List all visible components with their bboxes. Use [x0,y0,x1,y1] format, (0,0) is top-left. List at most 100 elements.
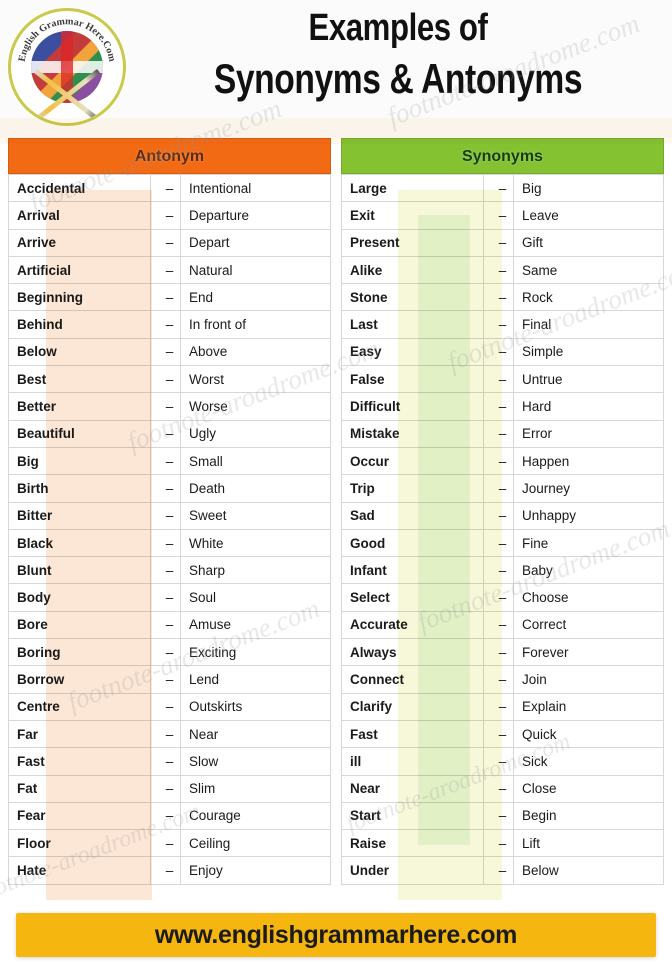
synonym-separator: – [483,747,514,776]
antonym-row: Hate – Enjoy [8,856,331,885]
synonym-row: Exit – Leave [341,201,664,230]
antonym-row: Black – White [8,528,331,558]
synonym-word: Start [341,801,484,831]
antonym-word: Bore [8,610,151,640]
synonym-pair: Lift [513,829,664,858]
antonym-word: Centre [8,692,151,721]
synonym-header: Synonyms [341,138,664,174]
synonym-separator: – [483,719,514,749]
synonym-row: Under – Below [341,856,664,885]
antonym-word: Big [8,446,151,476]
antonym-word: Best [8,365,151,394]
synonym-separator: – [483,419,514,448]
synonym-word: Mistake [341,419,484,448]
antonym-separator: – [150,583,181,612]
antonym-row: Artificial – Natural [8,255,331,285]
antonym-separator: – [150,801,181,831]
synonym-word: Difficult [341,392,484,421]
antonym-row: Floor – Ceiling [8,829,331,858]
synonym-separator: – [483,283,514,312]
synonym-pair: Same [513,255,664,285]
antonym-separator: – [150,201,181,230]
antonym-separator: – [150,228,181,257]
synonym-separator: – [483,638,514,667]
antonym-separator: – [150,692,181,721]
synonym-table-body: Large – Big Exit – Leave Present – Gift Alike – Sam… [341,173,664,885]
synonym-separator: – [483,337,514,367]
antonym-row: Arrival – Departure [8,201,331,230]
synonym-word: Trip [341,474,484,503]
synonym-separator: – [483,255,514,285]
synonym-pair: Choose [513,583,664,612]
antonym-separator: – [150,173,181,203]
synonym-word: Infant [341,556,484,585]
antonym-row: Birth – Death [8,474,331,503]
antonym-word: Boring [8,638,151,667]
antonym-table-body: Accidental – Intentional Arrival – Departure A… [8,173,331,885]
antonym-separator: – [150,610,181,640]
antonym-row: Beginning – End [8,283,331,312]
synonym-word: Exit [341,201,484,230]
antonym-row: Fear – Courage [8,801,331,831]
synonym-row: Alike – Same [341,255,664,285]
synonym-separator: – [483,501,514,530]
synonym-word: Stone [341,283,484,312]
antonym-pair: Lend [180,665,331,694]
antonym-word: Artificial [8,255,151,285]
synonym-row: Good – Fine [341,528,664,558]
synonym-row: Mistake – Error [341,419,664,448]
synonym-word: Under [341,856,484,885]
antonym-pair: Enjoy [180,856,331,885]
synonym-pair: Explain [513,692,664,721]
synonym-pair: Error [513,419,664,448]
synonym-separator: – [483,310,514,339]
antonym-row: Far – Near [8,719,331,749]
antonym-pair: Slim [180,774,331,803]
synonym-pair: Leave [513,201,664,230]
antonym-separator: – [150,310,181,339]
synonym-pair: Join [513,665,664,694]
antonym-separator: – [150,365,181,394]
antonym-word: Fast [8,747,151,776]
antonym-separator: – [150,829,181,858]
antonym-table: Accidental – Intentional Arrival – Departure A… [8,173,331,885]
synonym-word: Occur [341,446,484,476]
antonym-pair: Exciting [180,638,331,667]
synonym-word: Last [341,310,484,339]
synonym-row: False – Untrue [341,365,664,394]
site-url-text: www.englishgrammarhere.com [154,920,518,949]
antonym-word: Bitter [8,501,151,530]
antonym-header: Antonym [8,138,331,174]
synonym-pair: Final [513,310,664,339]
antonym-separator: – [150,419,181,448]
synonym-row: Sad – Unhappy [341,501,664,530]
synonym-row: Clarify – Explain [341,692,664,721]
antonym-row: Better – Worse [8,392,331,421]
antonym-separator: – [150,337,181,367]
antonym-pair: Death [180,474,331,503]
antonym-separator: – [150,446,181,476]
synonym-row: Accurate – Correct [341,610,664,640]
antonym-word: Better [8,392,151,421]
synonym-word: Near [341,774,484,803]
antonym-pair: Amuse [180,610,331,640]
synonym-pair: Sick [513,747,664,776]
antonym-word: Beautiful [8,419,151,448]
synonym-pair: Fine [513,528,664,558]
antonym-word: Birth [8,474,151,503]
synonym-pair: Below [513,856,664,885]
antonym-row: Blunt – Sharp [8,556,331,585]
synonym-separator: – [483,556,514,585]
antonym-word: Behind [8,310,151,339]
antonym-word: Floor [8,829,151,858]
antonym-separator: – [150,283,181,312]
synonym-separator: – [483,829,514,858]
synonym-pair: Simple [513,337,664,367]
antonym-row: Boring – Exciting [8,638,331,667]
synonym-word: Raise [341,829,484,858]
synonym-separator: – [483,201,514,230]
antonym-separator: – [150,747,181,776]
antonym-separator: – [150,501,181,530]
antonym-pair: In front of [180,310,331,339]
antonym-pair: Sweet [180,501,331,530]
